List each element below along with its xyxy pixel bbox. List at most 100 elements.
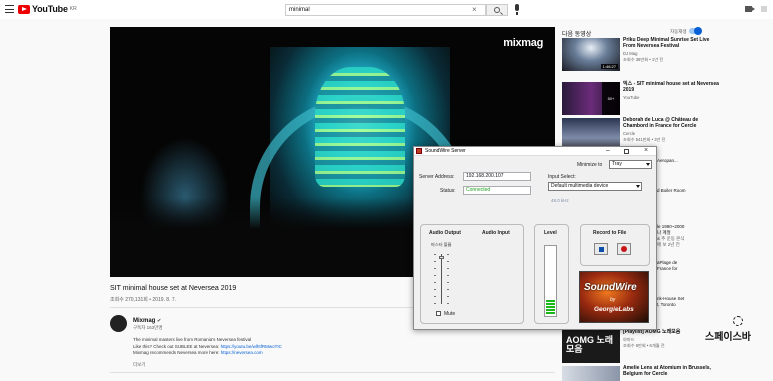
description-link[interactable]: https://youtu.be/wlhtfRMwoTIC <box>221 344 282 349</box>
watermark: 스페이스바 <box>705 316 771 366</box>
record-button[interactable] <box>617 243 631 255</box>
level-segment <box>546 300 555 302</box>
stage-totem <box>315 67 405 187</box>
sample-rate: 48.0 kHz <box>551 198 569 203</box>
thumbnail-text: AOMG 노래모음 <box>566 335 614 354</box>
channel-name[interactable]: Mixmag ✔ <box>133 318 161 324</box>
stop-icon <box>598 246 604 252</box>
close-icon[interactable]: × <box>644 147 648 155</box>
card-title[interactable]: Amelie Lens at Atomium in Brussels, Belg… <box>623 365 723 378</box>
server-address-label: Server Address: <box>419 174 455 180</box>
card-channel: Cercle <box>623 131 636 136</box>
card-title-partial[interactable]: t, Toronto <box>657 302 717 308</box>
card-title[interactable]: Priku Deep Minimal Sunrise Set Live From… <box>623 37 723 50</box>
level-meter <box>544 245 557 317</box>
level-segment <box>546 309 555 311</box>
master-volume-slider[interactable] <box>441 254 442 304</box>
top-bar: YouTube KR minimal × <box>0 0 773 19</box>
minimize-to-select[interactable]: Tray <box>609 160 652 169</box>
maximize-icon[interactable] <box>624 149 629 154</box>
video-thumbnail[interactable]: AOMG 노래모음 <box>562 330 620 363</box>
video-thumbnail[interactable] <box>562 366 620 381</box>
description-link[interactable]: https://neversea.com <box>221 350 263 355</box>
card-channel: DJ Mag <box>623 51 638 56</box>
card-channel: YouTube <box>623 95 640 100</box>
microphone-icon[interactable] <box>515 4 519 15</box>
card-meta-partial: 에 보 2년 전 <box>657 242 680 247</box>
chevron-down-icon <box>646 163 650 166</box>
audio-output-heading: Audio Output <box>429 230 461 236</box>
sparkle-icon <box>733 316 743 326</box>
video-description: The minimal masters live from Romania's … <box>133 337 282 357</box>
level-segment <box>546 303 555 305</box>
volume-ticks <box>434 254 436 304</box>
video-duration: 1:46:27 <box>600 64 618 69</box>
video-title: SIT minimal house set at Neversea 2019 <box>110 285 237 292</box>
logo-text: YouTube <box>32 4 68 14</box>
channel-avatar[interactable] <box>110 315 127 332</box>
create-video-icon[interactable] <box>745 6 755 12</box>
card-title-partial[interactable]: France for <box>657 266 717 272</box>
video-card[interactable]: 1:46:27 Priku Deep Minimal Sunrise Set L… <box>562 37 772 74</box>
youtube-play-icon <box>18 4 30 14</box>
level-heading: Level <box>544 230 557 236</box>
playlist-count: 50+ <box>602 82 620 115</box>
description-line: Mixmag recommends Neversea more here: ht… <box>133 350 263 355</box>
record-heading: Record to File <box>593 230 627 236</box>
soundwire-dialog: SoundWire Server – × Minimize to Tray Se… <box>413 146 657 330</box>
up-next-title: 다음 동영상 <box>562 32 592 38</box>
status-label: Status: <box>440 188 456 194</box>
input-select-label: Input Select: <box>548 174 576 180</box>
video-card[interactable]: 50+ 믹스 - SIT minimal house set at Nevers… <box>562 81 772 118</box>
volume-ticks <box>447 254 449 304</box>
minimize-icon[interactable]: – <box>606 147 610 154</box>
clear-search-icon[interactable]: × <box>472 5 477 15</box>
page: YouTube KR minimal × mixmag SIT minimal … <box>0 0 773 381</box>
input-device-value: Default multimedia device <box>551 183 609 189</box>
level-segment <box>546 306 555 308</box>
search-button[interactable] <box>486 4 508 16</box>
status-field: Connected <box>463 186 531 195</box>
record-group: Record to File <box>580 224 650 266</box>
video-card[interactable]: Amelie Lens at Atomium in Brussels, Belg… <box>562 365 772 381</box>
card-title-partial[interactable]: d Boiler Room <box>657 188 717 194</box>
banner-author: GeorgieLabs <box>594 306 634 313</box>
menu-icon[interactable] <box>5 5 14 13</box>
soundwire-banner: SoundWire by GeorgieLabs <box>579 271 649 323</box>
video-thumbnail[interactable]: 50+ <box>562 82 620 115</box>
audio-input-heading: Audio Input <box>482 230 510 236</box>
card-title-partial[interactable]: Aeropan... <box>657 158 717 164</box>
banner-title: SoundWire <box>584 282 637 293</box>
video-thumbnail[interactable]: 1:46:27 <box>562 38 620 71</box>
mute-label: Mute <box>444 311 456 317</box>
banner-by: by <box>610 297 616 303</box>
video-brand-overlay: mixmag <box>503 37 543 49</box>
volume-slider-thumb[interactable] <box>439 256 444 259</box>
chevron-down-icon <box>636 185 640 188</box>
youtube-logo[interactable]: YouTube KR <box>18 4 77 14</box>
input-device-select[interactable]: Default multimedia device <box>548 182 642 191</box>
show-more-link[interactable]: 더보기 <box>133 362 145 368</box>
search-input[interactable]: minimal <box>285 4 486 16</box>
dialog-title-bar[interactable]: SoundWire Server – × <box>414 147 656 156</box>
card-title[interactable]: Deborah de Luca @ Château de Chambord in… <box>623 117 723 130</box>
minimize-to-label: Minimize to <box>577 162 603 168</box>
logo-region: KR <box>69 6 77 12</box>
dialog-title: SoundWire Server <box>425 148 466 154</box>
video-meta: 조회수 270,131회 • 2019. 8. 7. <box>110 297 177 303</box>
divider <box>110 372 555 373</box>
minimize-to-value: Tray <box>612 161 622 167</box>
card-meta: 조회수 38만회 • 1년 전 <box>623 57 664 62</box>
stop-button[interactable] <box>594 243 608 255</box>
mute-checkbox[interactable] <box>436 311 441 316</box>
card-title[interactable]: 믹스 - SIT minimal house set at Neversea 2… <box>623 81 723 94</box>
autoplay-toggle[interactable] <box>689 27 702 35</box>
master-volume-label: 마스터 볼륨 <box>431 242 452 247</box>
apps-grid-icon[interactable] <box>761 6 767 12</box>
level-segment <box>546 312 555 314</box>
server-address-field: 192.168.200.107 <box>463 172 531 181</box>
subscriber-count: 구독자 163만명 <box>133 325 163 330</box>
card-meta: 조회수 6만회 • 6개월 전 <box>623 343 665 348</box>
search-icon <box>494 7 500 13</box>
card-meta: 조회수 541만회 • 3년 전 <box>623 137 666 142</box>
